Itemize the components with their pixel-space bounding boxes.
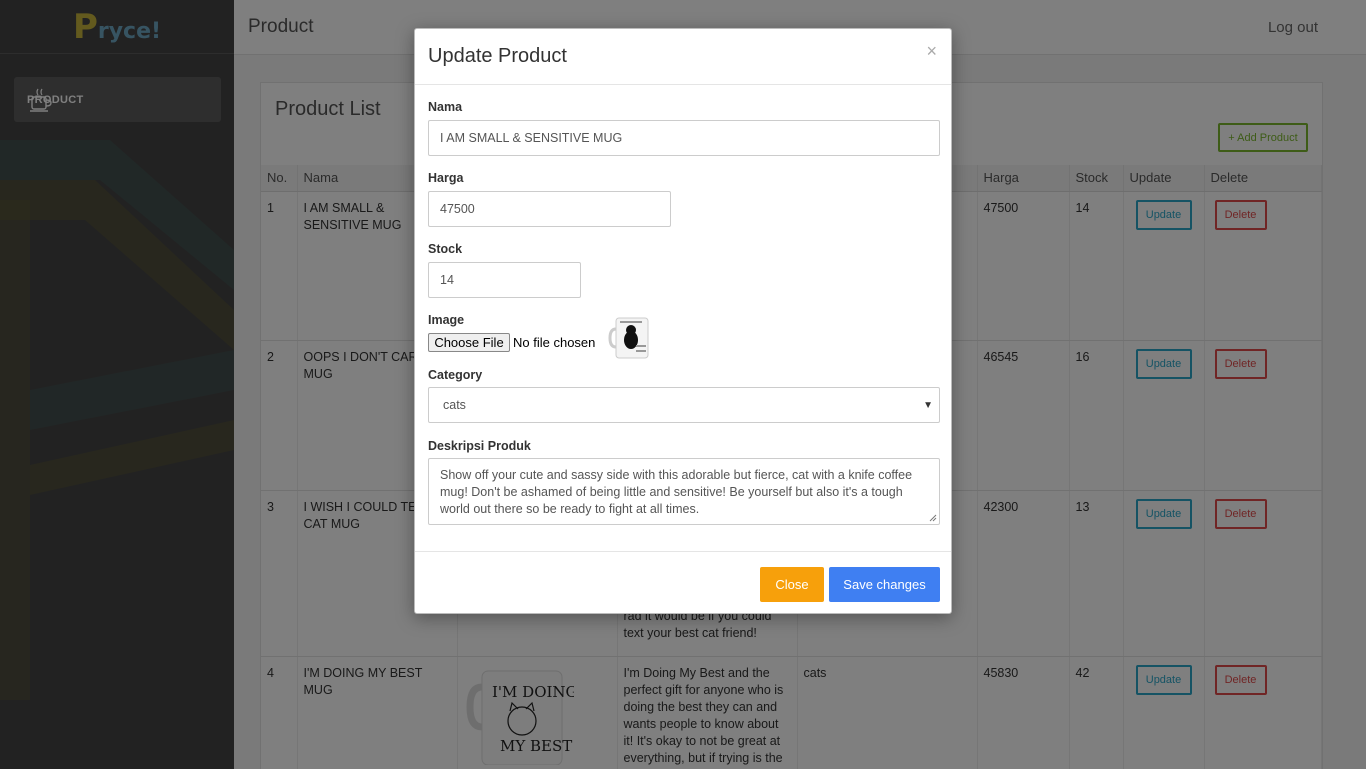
deskripsi-text: Show off your cute and sassy side with t… [440,468,913,516]
deskripsi-textarea[interactable]: Show off your cute and sassy side with t… [428,458,940,525]
file-status: No file chosen [513,335,596,350]
modal-footer: Close Save changes [415,552,951,614]
close-icon[interactable]: × [926,41,937,62]
modal-header: Update Product × [415,29,951,85]
harga-field[interactable]: 47500 [428,191,671,227]
category-select[interactable]: cats ▼ [428,387,940,423]
close-button[interactable]: Close [760,567,824,602]
nama-label: Nama [428,100,463,114]
stock-label: Stock [428,242,463,256]
harga-label: Harga [428,171,464,185]
stock-field[interactable]: 14 [428,262,581,298]
chevron-down-icon: ▼ [923,400,933,411]
deskripsi-label: Deskripsi Produk [428,439,531,453]
choose-file-button[interactable]: Choose File [428,333,510,352]
modal-body: Nama I AM SMALL & SENSITIVE MUG Harga 47… [415,85,951,552]
product-thumbnail [608,317,649,359]
save-changes-button[interactable]: Save changes [829,567,940,602]
category-value: cats [443,398,466,412]
resize-handle-icon[interactable] [929,514,937,522]
modal-title: Update Product [428,45,567,67]
image-label: Image [428,313,465,327]
nama-field[interactable]: I AM SMALL & SENSITIVE MUG [428,120,940,156]
update-product-modal: Update Product × Nama I AM SMALL & SENSI… [414,28,952,614]
category-label: Category [428,368,483,382]
